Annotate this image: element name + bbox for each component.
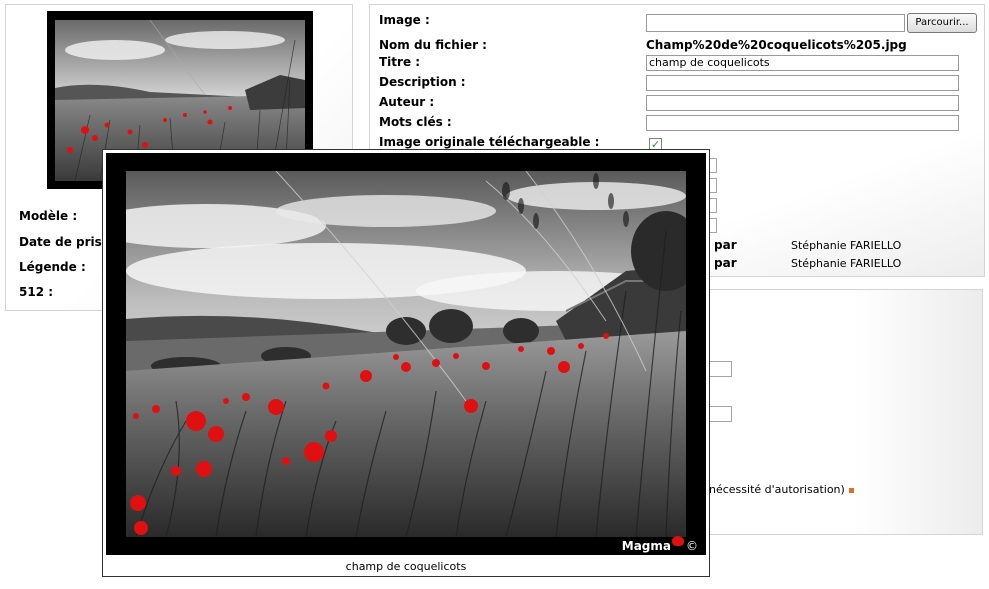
downloadable-label: Image originale téléchargeable : xyxy=(379,135,600,149)
preview-caption: champ de coquelicots xyxy=(345,560,467,573)
image-file-input[interactable] xyxy=(646,14,905,32)
preview-photo xyxy=(126,171,686,537)
authorization-note-text: nécessité d'autorisation) xyxy=(709,483,845,496)
magma-watermark: Magma © xyxy=(622,536,698,553)
image-preview-popup[interactable]: Magma © champ de coquelicots xyxy=(102,149,710,577)
credit-label-2: par xyxy=(714,256,737,270)
credit-label-1: par xyxy=(714,238,737,252)
credit-name-2: Stéphanie FARIELLO xyxy=(791,257,902,270)
description-input[interactable] xyxy=(646,75,959,91)
author-input[interactable] xyxy=(646,95,959,111)
description-label: Description : xyxy=(379,75,466,89)
title-label: Titre : xyxy=(379,55,421,69)
title-input[interactable]: champ de coquelicots xyxy=(646,55,959,71)
model-label: Modèle : xyxy=(19,209,78,223)
image-label: Image : xyxy=(379,13,430,27)
copyright-symbol: © xyxy=(686,539,698,553)
preview-frame: Magma © xyxy=(106,153,706,555)
capture-date-label: Date de prise xyxy=(19,235,110,249)
keywords-input[interactable] xyxy=(646,115,959,131)
browse-button[interactable]: Parcourir... xyxy=(907,13,977,33)
authorization-note: nécessité d'autorisation) xyxy=(709,483,854,496)
credit-name-1: Stéphanie FARIELLO xyxy=(791,239,902,252)
filename-label: Nom du fichier : xyxy=(379,38,487,52)
keywords-label: Mots clés : xyxy=(379,115,452,129)
author-label: Auteur : xyxy=(379,95,435,109)
size-512-label: 512 : xyxy=(19,285,54,299)
filename-value: Champ%20de%20coquelicots%205.jpg xyxy=(646,38,907,52)
orange-bullet-icon xyxy=(848,487,854,493)
poppy-logo-icon xyxy=(672,536,684,546)
legend-label: Légende : xyxy=(19,260,86,274)
permissions-panel: nécessité d'autorisation) xyxy=(698,289,983,535)
watermark-text: Magma xyxy=(621,539,671,553)
